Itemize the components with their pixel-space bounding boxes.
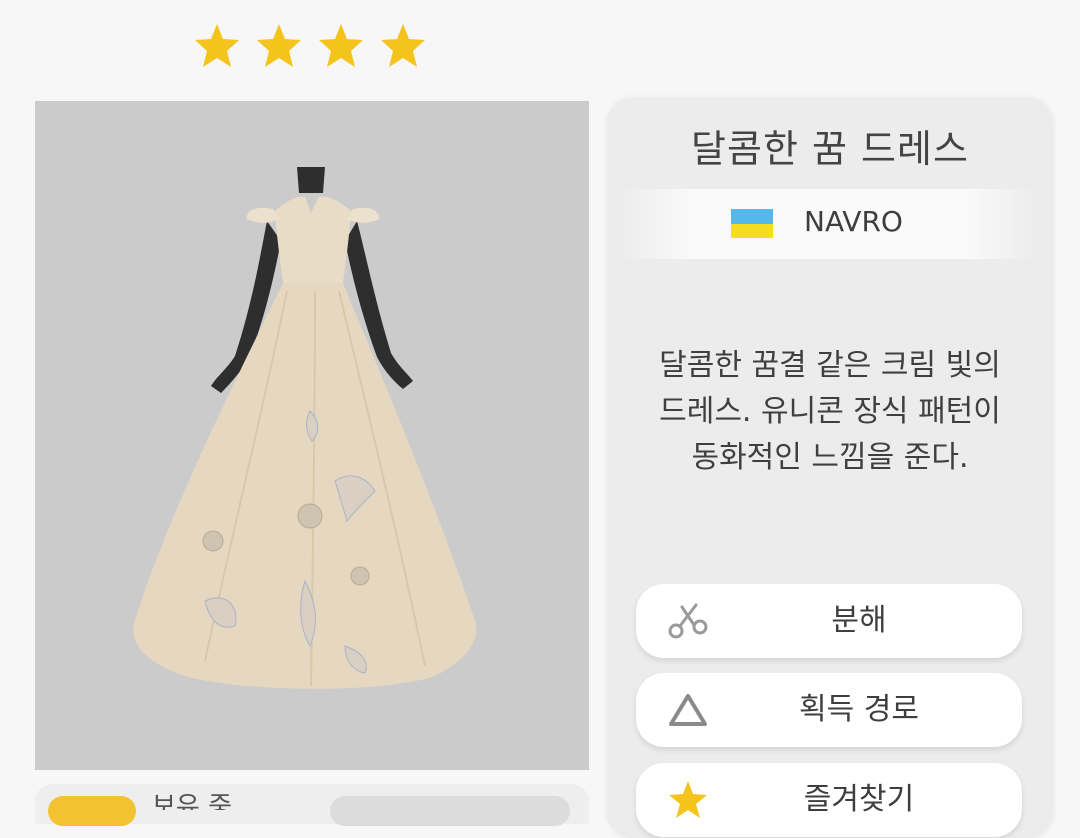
item-preview — [35, 101, 589, 770]
description-line: 동화적인 느낌을 준다. — [691, 440, 969, 475]
dress-image — [133, 167, 477, 689]
rating-stars — [193, 22, 427, 70]
description-line: 달콤한 꿈결 같은 크림 빛의 — [659, 348, 1001, 383]
owned-badge — [48, 796, 136, 826]
acquisition-route-button[interactable]: 획득 경로 — [636, 673, 1022, 747]
star-icon — [317, 22, 365, 70]
flag-icon — [731, 209, 773, 238]
description-line: 드레스. 유니콘 장식 패턴이 — [659, 394, 1001, 429]
favorite-label: 즐겨찾기 — [803, 782, 915, 817]
favorite-button[interactable]: 즐겨찾기 — [636, 763, 1022, 837]
star-icon — [193, 22, 241, 70]
item-description: 달콤한 꿈결 같은 크림 빛의 드레스. 유니콘 장식 패턴이 동화적인 느낌을… — [640, 343, 1020, 481]
owned-label: 보유 중 — [152, 792, 233, 810]
dismantle-label: 분해 — [831, 603, 887, 638]
acquisition-route-label: 획득 경로 — [799, 692, 919, 727]
quantity-pill[interactable] — [330, 796, 570, 826]
item-title: 달콤한 꿈 드레스 — [691, 127, 969, 171]
star-icon — [255, 22, 303, 70]
brand-name: NAVRO — [804, 205, 903, 238]
dismantle-button[interactable]: 분해 — [636, 584, 1022, 658]
star-icon — [379, 22, 427, 70]
